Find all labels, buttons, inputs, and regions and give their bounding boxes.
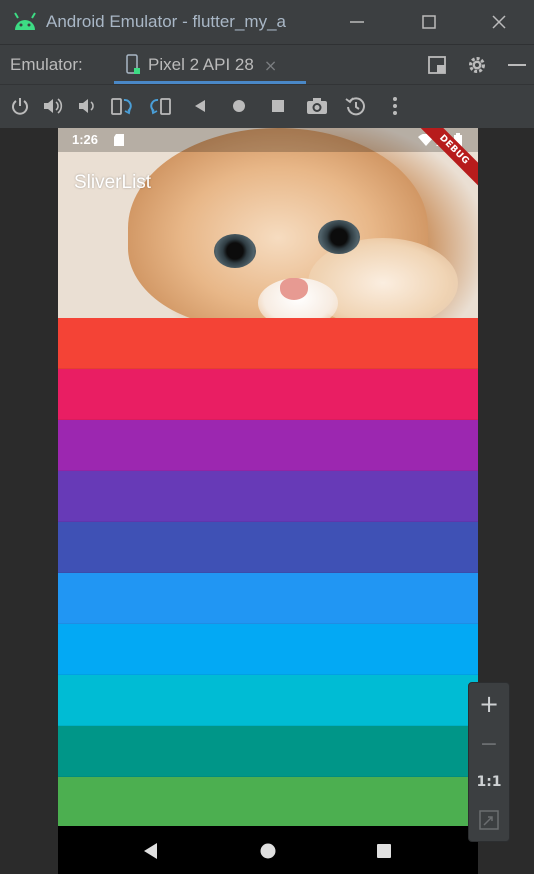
fit-screen-button[interactable]	[469, 801, 509, 839]
tab-label: Pixel 2 API 28	[148, 55, 254, 74]
overview-button[interactable]	[267, 95, 289, 117]
restore-layout-icon[interactable]	[426, 55, 448, 75]
list-item[interactable]	[58, 318, 478, 369]
app-bar-title: SliverList	[74, 172, 152, 193]
rotate-right-button[interactable]	[150, 95, 172, 117]
emulator-tabbar: Emulator: Pixel 2 API 28 ×	[0, 44, 534, 85]
volume-up-button[interactable]	[42, 95, 64, 117]
screenshot-icon	[307, 98, 327, 114]
nav-overview-icon[interactable]	[375, 842, 393, 860]
device-icon	[126, 54, 140, 74]
sliver-list[interactable]	[58, 318, 478, 828]
minimize-icon	[350, 21, 364, 23]
minimize-panel-icon[interactable]	[506, 55, 528, 75]
android-nav-bar	[58, 826, 478, 874]
back-button[interactable]	[189, 95, 211, 117]
volume-down-button[interactable]	[76, 95, 98, 117]
window-title: Android Emulator - flutter_my_a	[46, 12, 286, 31]
list-item[interactable]	[58, 369, 478, 420]
list-item[interactable]	[58, 726, 478, 777]
list-item[interactable]	[58, 573, 478, 624]
snapshot-button[interactable]	[345, 95, 367, 117]
sliver-app-bar: 1:26 DEBUG SliverList	[58, 128, 478, 318]
rotate-left-button[interactable]	[110, 95, 132, 117]
overview-icon	[272, 100, 284, 112]
kitten-image	[58, 128, 478, 318]
more-button[interactable]	[384, 95, 406, 117]
zoom-controls: + − 1:1	[468, 682, 510, 842]
fit-screen-icon	[479, 810, 499, 830]
nav-home-icon[interactable]	[259, 842, 277, 860]
list-item[interactable]	[58, 471, 478, 522]
emulator-label: Emulator:	[10, 54, 83, 74]
android-status-bar: 1:26	[58, 128, 478, 152]
power-button[interactable]	[9, 95, 31, 117]
minimize-window-button[interactable]	[322, 0, 392, 44]
list-item[interactable]	[58, 522, 478, 573]
close-icon	[492, 15, 506, 29]
device-screen[interactable]: 1:26 DEBUG SliverList	[58, 128, 478, 874]
status-time: 1:26	[72, 132, 99, 147]
title-bar: Android Emulator - flutter_my_a	[0, 0, 534, 44]
home-button[interactable]	[228, 95, 250, 117]
nav-back-icon[interactable]	[142, 842, 160, 860]
kitten-nose	[280, 278, 308, 300]
volume-down-icon	[79, 99, 94, 113]
list-item[interactable]	[58, 420, 478, 471]
maximize-window-button[interactable]	[394, 0, 464, 44]
android-icon	[14, 12, 36, 30]
list-item[interactable]	[58, 777, 478, 828]
volume-up-icon	[44, 98, 63, 114]
kitten-right-eye	[318, 220, 360, 254]
screenshot-button[interactable]	[306, 95, 328, 117]
actual-size-button[interactable]: 1:1	[469, 763, 509, 801]
rotate-right-icon	[150, 98, 171, 115]
kitten-left-eye	[214, 234, 256, 268]
more-icon	[393, 97, 397, 115]
list-item[interactable]	[58, 675, 478, 726]
tab-close-icon[interactable]: ×	[264, 56, 277, 75]
emulator-toolbar	[0, 84, 534, 128]
gear-icon[interactable]	[466, 55, 488, 75]
list-item[interactable]	[58, 624, 478, 675]
back-icon	[195, 100, 205, 112]
zoom-out-button[interactable]: −	[469, 725, 509, 763]
tab-pixel-2[interactable]: Pixel 2 API 28 ×	[112, 45, 306, 85]
snapshot-icon	[345, 97, 365, 116]
rotate-left-icon	[111, 98, 132, 115]
maximize-icon	[422, 15, 436, 29]
power-icon	[12, 98, 28, 115]
close-window-button[interactable]	[464, 0, 534, 44]
zoom-in-button[interactable]: +	[469, 685, 509, 723]
sd-card-icon	[114, 134, 124, 146]
home-icon	[233, 100, 245, 112]
